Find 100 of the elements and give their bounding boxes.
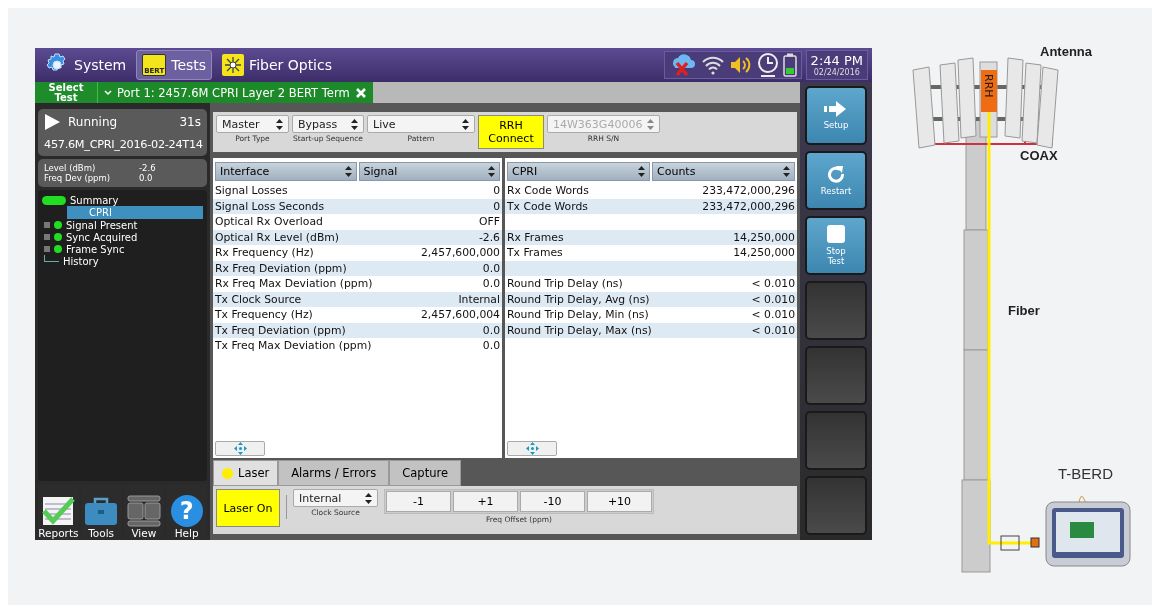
result-label: Rx Frequency (Hz) bbox=[215, 246, 314, 260]
port-box bbox=[1000, 535, 1020, 551]
result-value: 14,250,000 bbox=[733, 246, 795, 260]
updown-icon bbox=[783, 166, 790, 177]
coax-label: COAX bbox=[1020, 148, 1058, 163]
play-icon bbox=[44, 114, 60, 130]
updown-icon bbox=[647, 118, 654, 130]
result-label: Round Trip Delay, Avg (ns) bbox=[507, 292, 650, 306]
clock-time: 2:44 PM bbox=[810, 53, 863, 68]
select-test-button[interactable]: Select Test bbox=[35, 82, 97, 103]
result-value: 2,457,600,004 bbox=[421, 308, 500, 322]
blank-soft-key[interactable] bbox=[805, 346, 867, 405]
file-name: 457.6M_CPRI_2016-02-24T14 bbox=[44, 138, 201, 151]
result-label: Rx Freq Max Deviation (ppm) bbox=[215, 277, 373, 291]
offset-button[interactable]: -10 bbox=[520, 491, 585, 512]
result-value: 2,457,600,000 bbox=[421, 246, 500, 260]
tree-item[interactable]: History bbox=[63, 255, 99, 267]
category-dropdown[interactable]: CPRI bbox=[507, 162, 650, 181]
arrow-right-icon bbox=[824, 101, 848, 117]
reading-label: Freq Dev (ppm) bbox=[44, 173, 112, 183]
result-label: Rx Frames bbox=[507, 230, 564, 244]
result-label: Signal Losses bbox=[215, 184, 288, 198]
tree-item[interactable]: Summary bbox=[42, 194, 203, 206]
updown-icon bbox=[344, 166, 352, 177]
action-button[interactable]: Stop Test bbox=[805, 216, 867, 275]
result-label: Tx Code Words bbox=[507, 199, 588, 213]
laser-led bbox=[222, 467, 233, 479]
result-value: 233,472,000,296 bbox=[702, 184, 795, 198]
result-label: Round Trip Delay (ns) bbox=[507, 277, 623, 291]
menu-tab[interactable]: Fiber Optics bbox=[216, 50, 338, 80]
updown-icon bbox=[638, 166, 645, 177]
status-led bbox=[54, 221, 62, 229]
layout-icon bbox=[125, 495, 162, 527]
result-value: < 0.010 bbox=[751, 323, 795, 337]
blank-soft-key[interactable] bbox=[805, 476, 867, 535]
action-button[interactable]: Setup bbox=[805, 86, 867, 145]
result-label: Tx Freq Max Deviation (ppm) bbox=[215, 339, 372, 353]
clock-date: 02/24/2016 bbox=[813, 68, 860, 77]
help-icon: ? bbox=[170, 495, 203, 527]
tree-item[interactable]: Frame Sync bbox=[66, 243, 125, 255]
panel-tab[interactable]: Laser bbox=[213, 460, 279, 486]
tree-item[interactable]: CPRI bbox=[67, 206, 203, 219]
menu-tab[interactable]: System bbox=[39, 50, 133, 80]
dropdown[interactable]: Bypass bbox=[292, 115, 364, 133]
panel-tab[interactable]: Capture bbox=[389, 460, 462, 486]
tree-branch-line bbox=[44, 254, 59, 262]
dropdown[interactable]: Live bbox=[367, 115, 475, 133]
connector-icon bbox=[1030, 537, 1040, 548]
offset-button[interactable]: -1 bbox=[386, 491, 451, 512]
offset-button[interactable]: +1 bbox=[453, 491, 518, 512]
test-tab-label: Port 1: 2457.6M CPRI Layer 2 BERT Term bbox=[117, 85, 350, 100]
result-value: < 0.010 bbox=[751, 277, 795, 291]
caret-icon bbox=[104, 89, 112, 96]
reading-value: 0.0 bbox=[139, 173, 153, 183]
result-label: Rx Freq Deviation (ppm) bbox=[215, 261, 347, 275]
wifi-icon bbox=[700, 55, 725, 75]
tree-item[interactable]: Signal Present bbox=[66, 219, 138, 231]
updown-icon bbox=[276, 118, 283, 130]
move-button[interactable] bbox=[215, 441, 265, 456]
status-led bbox=[42, 195, 66, 205]
fiber-label: Fiber bbox=[1008, 303, 1040, 318]
move-button[interactable] bbox=[507, 441, 557, 456]
move-icon bbox=[233, 442, 247, 455]
updown-icon bbox=[488, 166, 495, 177]
action-button[interactable]: Restart bbox=[805, 151, 867, 210]
result-value: 0.0 bbox=[482, 339, 500, 353]
test-tab[interactable]: Port 1: 2457.6M CPRI Layer 2 BERT Term bbox=[97, 82, 373, 103]
result-label: Optical Rx Level (dBm) bbox=[215, 230, 340, 244]
result-value: 0.0 bbox=[482, 277, 500, 291]
result-value: OFF bbox=[479, 215, 500, 229]
clock-source-dropdown[interactable]: Internal bbox=[293, 489, 378, 507]
light-burst-icon bbox=[222, 54, 245, 76]
result-value: 0.0 bbox=[482, 323, 500, 337]
dropdown[interactable]: Master bbox=[216, 115, 289, 133]
result-label: Round Trip Delay, Min (ns) bbox=[507, 308, 649, 322]
result-value: 14,250,000 bbox=[733, 230, 795, 244]
result-label: Tx Freq Deviation (ppm) bbox=[215, 323, 346, 337]
reading-label: Level (dBm) bbox=[44, 163, 97, 173]
category-dropdown[interactable]: Counts bbox=[652, 162, 795, 181]
panel-tab[interactable]: Alarms / Errors bbox=[278, 460, 390, 486]
tree-item-label: Summary bbox=[70, 194, 119, 206]
result-label: Round Trip Delay, Max (ns) bbox=[507, 323, 652, 337]
tree-item[interactable]: Sync Acquired bbox=[66, 231, 138, 243]
category-dropdown[interactable]: Interface bbox=[215, 162, 357, 181]
result-value: -2.6 bbox=[478, 230, 500, 244]
blank-soft-key[interactable] bbox=[805, 281, 867, 340]
result-label: Optical Rx Overload bbox=[215, 215, 323, 229]
rrh-unit: RRH bbox=[981, 70, 997, 112]
rrh-connect-button[interactable]: RRH Connect bbox=[478, 115, 544, 149]
updown-icon bbox=[351, 118, 358, 130]
result-value: Internal bbox=[458, 292, 500, 306]
clock-icon bbox=[756, 53, 779, 77]
elapsed-time: 31s bbox=[179, 115, 201, 129]
reading-value: -2.6 bbox=[139, 163, 156, 173]
blank-soft-key[interactable] bbox=[805, 411, 867, 470]
result-label: Tx Frequency (Hz) bbox=[215, 308, 313, 322]
close-icon[interactable] bbox=[354, 86, 367, 99]
category-dropdown[interactable]: Signal bbox=[358, 162, 500, 181]
offset-button[interactable]: +10 bbox=[587, 491, 652, 512]
laser-button[interactable]: Laser On bbox=[216, 489, 280, 527]
